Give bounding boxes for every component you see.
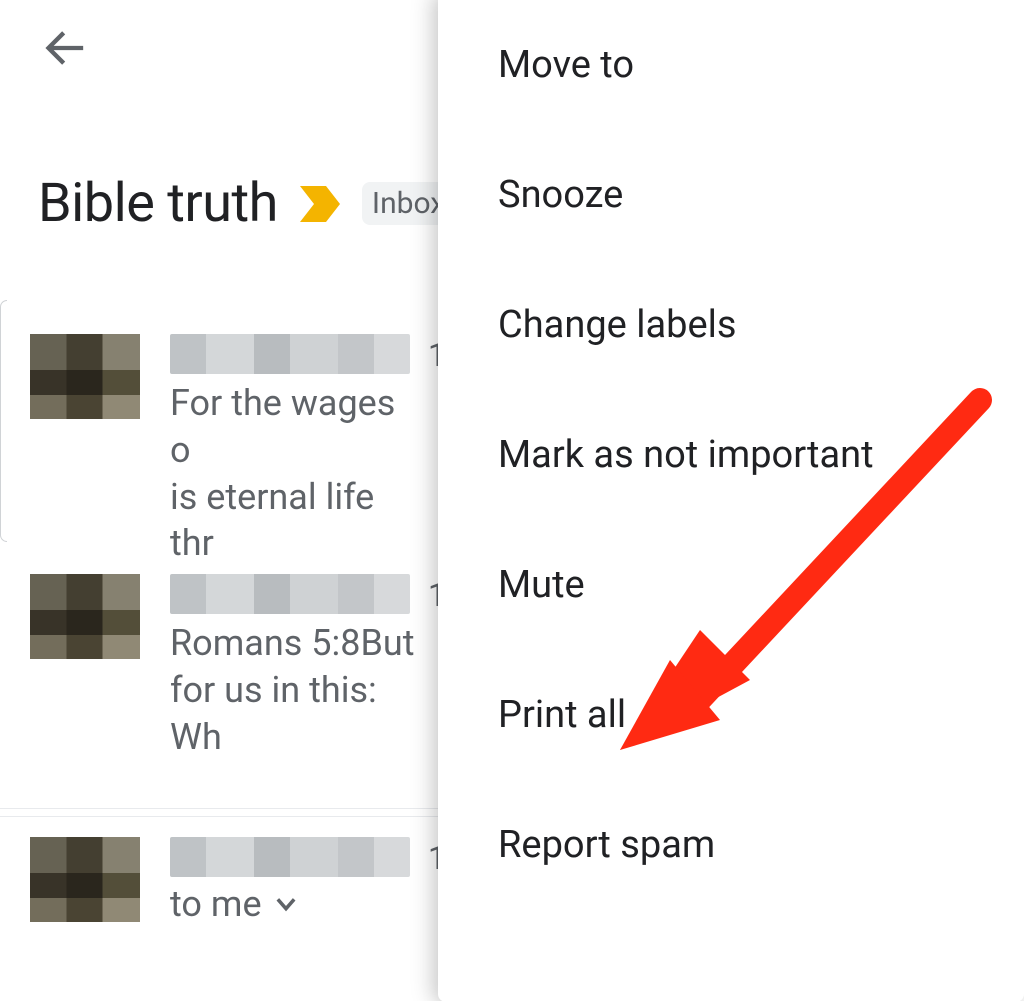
overflow-menu: Move to Snooze Change labels Mark as not…: [438, 0, 1024, 1001]
recipients-label: to me: [170, 883, 262, 925]
back-button[interactable]: [38, 18, 98, 78]
avatar: [30, 334, 140, 444]
menu-item-move-to[interactable]: Move to: [438, 0, 1024, 130]
sender-name-redacted: [170, 334, 410, 374]
menu-item-print-all[interactable]: Print all: [438, 650, 1024, 780]
menu-item-snooze[interactable]: Snooze: [438, 130, 1024, 260]
message-snippet: Romans 5:8But for us in this: Wh: [170, 620, 420, 760]
subject-title: Bible truth: [38, 172, 278, 235]
important-marker-icon[interactable]: [298, 184, 342, 224]
menu-item-report-spam[interactable]: Report spam: [438, 780, 1024, 910]
message-snippet: For the wages o is eternal life thr: [170, 380, 420, 567]
avatar: [30, 574, 140, 684]
subject-row: Bible truth Inbox: [38, 172, 455, 235]
arrow-left-icon: [42, 22, 94, 74]
menu-item-mark-not-important[interactable]: Mark as not important: [438, 390, 1024, 520]
sender-name-redacted: [170, 574, 410, 614]
sender-name-redacted: [170, 837, 410, 877]
email-thread-screen: Bible truth Inbox 14 For the wages o is …: [0, 0, 1024, 1001]
chevron-down-icon: [272, 890, 300, 918]
menu-item-mute[interactable]: Mute: [438, 520, 1024, 650]
menu-item-change-labels[interactable]: Change labels: [438, 260, 1024, 390]
avatar: [30, 837, 140, 947]
